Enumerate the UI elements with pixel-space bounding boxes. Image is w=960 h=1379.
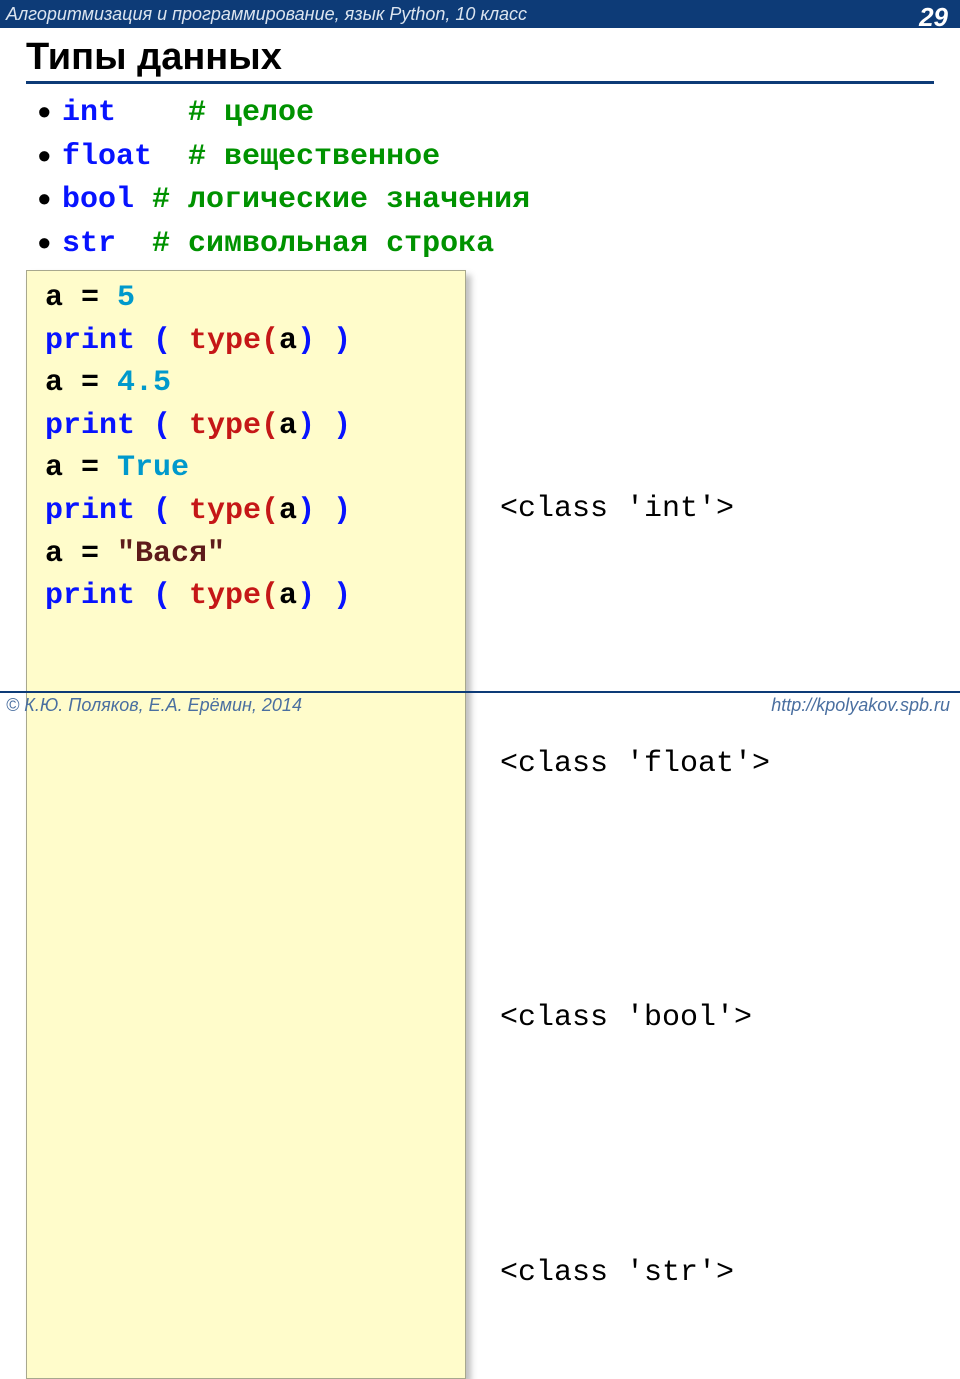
code-box: a = 5 print ( type(a) ) a = 4.5 print ( … [26, 270, 466, 1379]
keyword: int [62, 96, 116, 130]
copyright: © К.Ю. Поляков, Е.А. Ерёмин, 2014 [6, 695, 302, 716]
output-line: <class 'float'> [500, 743, 770, 785]
keyword: bool [62, 183, 134, 217]
output-line: <class 'int'> [500, 488, 770, 530]
code-and-output: a = 5 print ( type(a) ) a = 4.5 print ( … [26, 270, 934, 1379]
keyword: str [62, 227, 116, 261]
list-item: bool # логические значения [32, 179, 934, 223]
output-line: <class 'str'> [500, 1252, 770, 1294]
output-line: <class 'bool'> [500, 997, 770, 1039]
output-column: . <class 'int'> . <class 'float'> . <cla… [500, 270, 770, 1379]
footer-bar: © К.Ю. Поляков, Е.А. Ерёмин, 2014 http:/… [0, 691, 960, 716]
keyword: float [62, 140, 152, 174]
breadcrumb: Алгоритмизация и программирование, язык … [6, 4, 527, 25]
page-number: 29 [919, 2, 948, 33]
comment: # символьная строка [152, 227, 494, 261]
list-item: float # вещественное [32, 136, 934, 180]
header-bar: Алгоритмизация и программирование, язык … [0, 0, 960, 28]
footer-url: http://kpolyakov.spb.ru [771, 695, 950, 716]
comment: # целое [188, 96, 314, 130]
page-title: Типы данных [26, 36, 934, 84]
type-list: int # целое float # вещественное bool # … [32, 92, 934, 266]
comment: # логические значения [134, 183, 530, 217]
list-item: int # целое [32, 92, 934, 136]
list-item: str # символьная строка [32, 223, 934, 267]
comment: # вещественное [188, 140, 440, 174]
